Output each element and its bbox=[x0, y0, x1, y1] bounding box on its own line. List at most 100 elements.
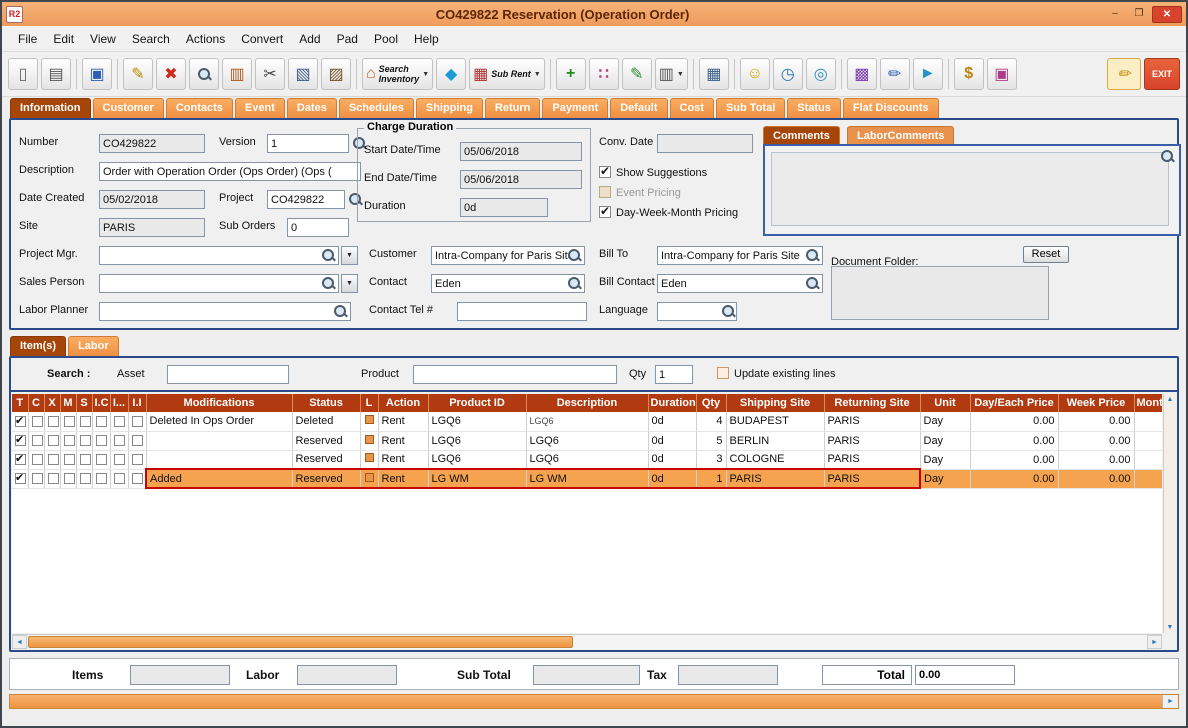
column-header-month-price[interactable]: Month bbox=[1134, 394, 1162, 412]
print-button[interactable]: ▤ bbox=[41, 58, 71, 90]
cell-product-id[interactable]: LGQ6 bbox=[428, 412, 526, 431]
cell-shipping-site[interactable]: BUDAPEST bbox=[726, 412, 824, 431]
qty-input[interactable] bbox=[655, 365, 693, 384]
feedback-button[interactable]: ☺ bbox=[740, 58, 770, 90]
cell-day-price[interactable]: 0.00 bbox=[970, 431, 1058, 450]
column-header[interactable]: T bbox=[12, 394, 28, 412]
tab-information[interactable]: Information bbox=[10, 98, 91, 118]
save-button[interactable]: ▣ bbox=[82, 58, 112, 90]
cell-unit[interactable]: Day bbox=[920, 450, 970, 469]
tab-labor-comments[interactable]: LaborComments bbox=[847, 126, 954, 144]
minimize-button[interactable]: – bbox=[1104, 6, 1126, 23]
labor-planner-input[interactable] bbox=[99, 302, 351, 321]
document-folder-box[interactable] bbox=[831, 266, 1049, 320]
cell-description[interactable]: LGQ6 bbox=[526, 431, 648, 450]
column-header[interactable]: X bbox=[44, 394, 60, 412]
flag-checkbox[interactable] bbox=[80, 435, 91, 446]
tab-customer[interactable]: Customer bbox=[93, 98, 164, 118]
contact-search-icon[interactable] bbox=[567, 276, 582, 291]
bottom-scrollbar[interactable]: ► bbox=[9, 694, 1179, 709]
flag-checkbox[interactable] bbox=[48, 435, 59, 446]
time-button[interactable]: ◷ bbox=[773, 58, 803, 90]
copies-dropdown-icon[interactable]: ▼ bbox=[677, 71, 684, 78]
cell-week-price[interactable]: 0.00 bbox=[1058, 412, 1134, 431]
cell-shipping-site[interactable]: COLOGNE bbox=[726, 450, 824, 469]
tab-labor[interactable]: Labor bbox=[68, 336, 119, 356]
project-input[interactable] bbox=[267, 190, 345, 209]
cell-duration[interactable]: 0d bbox=[648, 412, 696, 431]
copy-button[interactable]: ▧ bbox=[288, 58, 318, 90]
labor-planner-search-icon[interactable] bbox=[333, 304, 348, 319]
cell-week-price[interactable]: 0.00 bbox=[1058, 431, 1134, 450]
product-input[interactable] bbox=[413, 365, 617, 384]
find-button[interactable] bbox=[189, 58, 219, 90]
tab-schedules[interactable]: Schedules bbox=[339, 98, 414, 118]
bottom-scroll-right-icon[interactable]: ► bbox=[1162, 695, 1178, 708]
project-mgr-search-icon[interactable] bbox=[321, 248, 336, 263]
flag-checkbox[interactable] bbox=[96, 473, 107, 484]
table-row-selected[interactable]: Added Reserved Rent LG WM LG WM 0d 1 PAR… bbox=[12, 469, 1162, 488]
flag-checkbox[interactable] bbox=[80, 416, 91, 427]
cell-duration[interactable]: 0d bbox=[648, 469, 696, 488]
maximize-button[interactable]: ❐ bbox=[1128, 6, 1150, 23]
cell-status[interactable]: Reserved bbox=[292, 450, 360, 469]
cell-unit[interactable]: Day bbox=[920, 412, 970, 431]
site-input[interactable] bbox=[99, 218, 205, 237]
cell-qty[interactable]: 5 bbox=[696, 431, 726, 450]
flag-checkbox[interactable] bbox=[132, 454, 143, 465]
export-document-button[interactable]: ▥ bbox=[222, 58, 252, 90]
items-total-input[interactable] bbox=[130, 665, 230, 685]
copies-button[interactable]: ▥▼ bbox=[655, 58, 688, 90]
exit-button[interactable]: EXIT bbox=[1144, 58, 1180, 90]
tax-input[interactable] bbox=[678, 665, 778, 685]
contact-tel-input[interactable] bbox=[457, 302, 587, 321]
cell-day-price[interactable]: 0.00 bbox=[970, 450, 1058, 469]
reset-button[interactable]: Reset bbox=[1023, 246, 1069, 263]
new-document-button[interactable]: ▯ bbox=[8, 58, 38, 90]
cell-description[interactable]: LGQ6 bbox=[526, 412, 648, 431]
paste-button[interactable]: ▨ bbox=[321, 58, 351, 90]
edit-button[interactable]: ✎ bbox=[123, 58, 153, 90]
cube-button[interactable]: ▩ bbox=[847, 58, 877, 90]
cut-button[interactable]: ✂ bbox=[255, 58, 285, 90]
cell-status[interactable]: Reserved bbox=[292, 469, 360, 488]
description-input[interactable] bbox=[99, 162, 361, 181]
flag-checkbox[interactable] bbox=[32, 416, 43, 427]
cell-day-price[interactable]: 0.00 bbox=[970, 412, 1058, 431]
options-button[interactable]: ∷ bbox=[589, 58, 619, 90]
flag-checkbox[interactable] bbox=[48, 454, 59, 465]
flag-checkbox[interactable] bbox=[96, 454, 107, 465]
column-header-unit[interactable]: Unit bbox=[920, 394, 970, 412]
bill-contact-search-icon[interactable] bbox=[805, 276, 820, 291]
flag-checkbox[interactable] bbox=[96, 416, 107, 427]
column-header-product-id[interactable]: Product ID bbox=[428, 394, 526, 412]
scroll-left-icon[interactable]: ◄ bbox=[12, 635, 27, 649]
cell-action[interactable]: Rent bbox=[378, 450, 428, 469]
project-mgr-input[interactable] bbox=[99, 246, 339, 265]
cell-action[interactable]: Rent bbox=[378, 412, 428, 431]
row-checkbox[interactable] bbox=[15, 473, 26, 484]
menu-edit[interactable]: Edit bbox=[45, 29, 82, 49]
cell-product-id[interactable]: LG WM bbox=[428, 469, 526, 488]
cell-duration[interactable]: 0d bbox=[648, 450, 696, 469]
cell-action[interactable]: Rent bbox=[378, 469, 428, 488]
scroll-up-icon[interactable]: ▲ bbox=[1167, 396, 1174, 403]
flag-checkbox[interactable] bbox=[48, 416, 59, 427]
flag-checkbox[interactable] bbox=[64, 416, 75, 427]
delete-button[interactable]: ✖ bbox=[156, 58, 186, 90]
tab-event[interactable]: Event bbox=[235, 98, 285, 118]
tab-sub-total[interactable]: Sub Total bbox=[716, 98, 785, 118]
scroll-right-icon[interactable]: ► bbox=[1147, 635, 1162, 649]
dwm-pricing-checkbox[interactable] bbox=[599, 206, 611, 218]
row-checkbox[interactable] bbox=[15, 454, 26, 465]
cell-shipping-site[interactable]: PARIS bbox=[726, 469, 824, 488]
tab-dates[interactable]: Dates bbox=[287, 98, 337, 118]
menu-pad[interactable]: Pad bbox=[329, 29, 366, 49]
flag-checkbox[interactable] bbox=[64, 454, 75, 465]
cell-month-price[interactable] bbox=[1134, 450, 1162, 469]
date-created-input[interactable] bbox=[99, 190, 205, 209]
cell-description[interactable]: LG WM bbox=[526, 469, 648, 488]
flag-checkbox[interactable] bbox=[114, 454, 125, 465]
cell-modifications[interactable] bbox=[146, 450, 292, 469]
flag-checkbox[interactable] bbox=[114, 416, 125, 427]
